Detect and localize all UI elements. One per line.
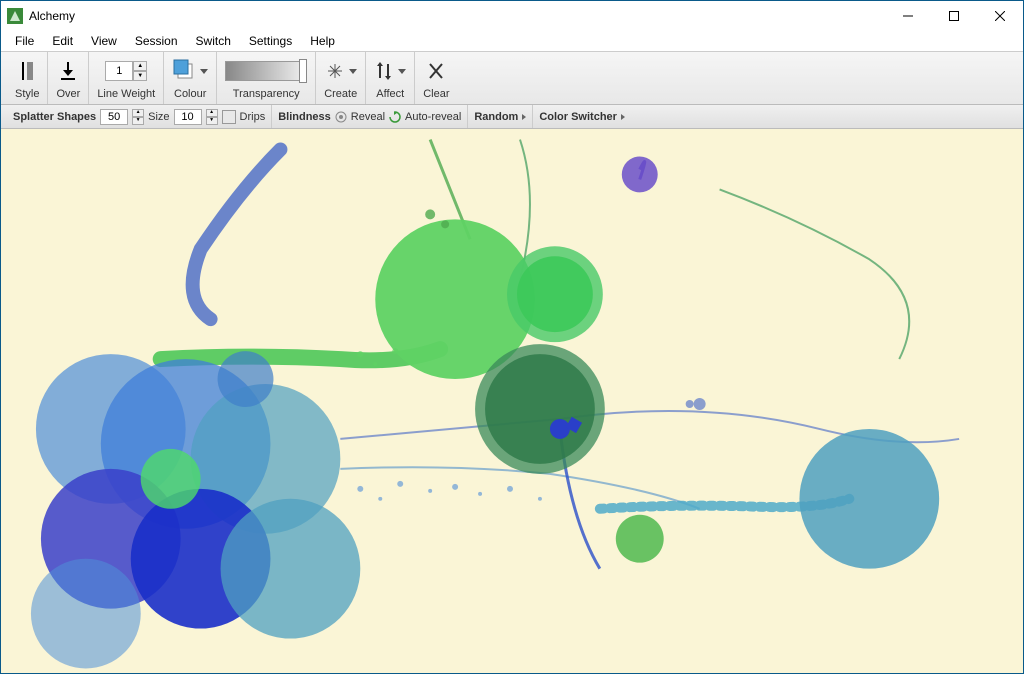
over-icon (58, 60, 78, 82)
splatter-shapes-label: Splatter Shapes (13, 111, 96, 123)
canvas[interactable] (1, 129, 1023, 673)
splatter-up-button[interactable]: ▲ (132, 109, 144, 117)
colour-swatch-icon (172, 58, 196, 85)
window-title: Alchemy (29, 9, 75, 23)
drips-toggle[interactable] (222, 110, 236, 124)
style-label: Style (15, 88, 39, 100)
line-weight-down-button[interactable]: ▼ (133, 71, 147, 81)
create-icon (325, 60, 345, 82)
splatter-down-button[interactable]: ▼ (132, 117, 144, 125)
colour-label: Colour (174, 88, 206, 100)
colour-group[interactable]: Colour (164, 52, 217, 104)
auto-reveal-label[interactable]: Auto-reveal (405, 111, 461, 123)
window-controls (885, 1, 1023, 31)
transparency-handle[interactable] (299, 59, 307, 83)
canvas-artwork (1, 129, 1023, 673)
line-weight-up-button[interactable]: ▲ (133, 61, 147, 71)
menu-file[interactable]: File (7, 32, 42, 50)
menu-settings[interactable]: Settings (241, 32, 300, 50)
create-dropdown-icon[interactable] (349, 60, 357, 82)
size-down-button[interactable]: ▼ (206, 117, 218, 125)
transparency-track[interactable] (225, 61, 305, 81)
size-input[interactable] (174, 109, 202, 125)
over-label: Over (56, 88, 80, 100)
splatter-shapes-seg: Splatter Shapes ▲ ▼ Size ▲ ▼ Drips (7, 105, 272, 128)
blindness-seg: Blindness Reveal Auto-reveal (272, 105, 468, 128)
create-label: Create (324, 88, 357, 100)
affect-icon (374, 60, 394, 82)
colour-dropdown-icon[interactable] (200, 60, 208, 82)
menu-view[interactable]: View (83, 32, 125, 50)
line-weight-label: Line Weight (97, 88, 155, 100)
menu-help[interactable]: Help (302, 32, 343, 50)
reveal-icon[interactable] (335, 111, 347, 123)
line-weight-group: ▲ ▼ Line Weight (89, 52, 164, 104)
affect-dropdown-icon[interactable] (398, 60, 406, 82)
minimize-button[interactable] (885, 1, 931, 31)
random-label: Random (474, 111, 518, 123)
maximize-button[interactable] (931, 1, 977, 31)
style-group[interactable]: Style (7, 52, 48, 104)
style-icon (18, 60, 36, 82)
menu-session[interactable]: Session (127, 32, 186, 50)
title-bar: Alchemy (1, 1, 1023, 31)
size-up-button[interactable]: ▲ (206, 109, 218, 117)
menu-edit[interactable]: Edit (44, 32, 81, 50)
close-button[interactable] (977, 1, 1023, 31)
reveal-label[interactable]: Reveal (351, 111, 385, 123)
clear-icon (426, 60, 446, 82)
color-switcher-seg[interactable]: Color Switcher (533, 105, 631, 128)
auto-reveal-icon[interactable] (389, 111, 401, 123)
color-switcher-expand-icon (621, 114, 625, 120)
main-toolbar: Style Over ▲ ▼ Line Weight Colour (1, 51, 1023, 105)
transparency-group: Transparency (217, 52, 316, 104)
line-weight-input[interactable] (105, 61, 133, 81)
clear-label: Clear (423, 88, 449, 100)
transparency-label: Transparency (233, 88, 300, 100)
affect-label: Affect (376, 88, 404, 100)
secondary-toolbar: Splatter Shapes ▲ ▼ Size ▲ ▼ Drips Blind… (1, 105, 1023, 129)
affect-group[interactable]: Affect (366, 52, 415, 104)
random-expand-icon (522, 114, 526, 120)
clear-group[interactable]: Clear (415, 52, 457, 104)
over-group[interactable]: Over (48, 52, 89, 104)
create-group[interactable]: Create (316, 52, 366, 104)
size-label: Size (148, 111, 169, 123)
menu-bar: File Edit View Session Switch Settings H… (1, 31, 1023, 51)
drips-label: Drips (240, 111, 266, 123)
splatter-shapes-input[interactable] (100, 109, 128, 125)
line-weight-spinner[interactable]: ▲ ▼ (105, 61, 147, 81)
menu-switch[interactable]: Switch (188, 32, 239, 50)
color-switcher-label: Color Switcher (539, 111, 617, 123)
app-icon (7, 8, 23, 24)
random-seg[interactable]: Random (468, 105, 533, 128)
blindness-label: Blindness (278, 111, 331, 123)
